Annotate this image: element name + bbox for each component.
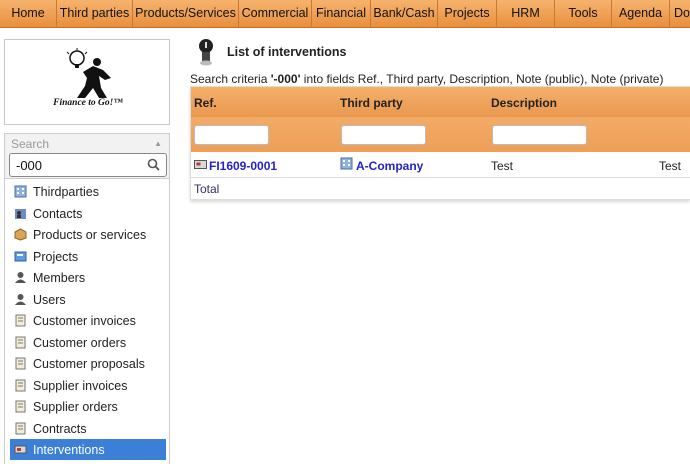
search-input[interactable] <box>9 153 167 177</box>
contact-icon <box>15 209 26 219</box>
menu-tools[interactable]: Tools <box>555 0 612 28</box>
menu-projects[interactable]: Projects <box>438 0 497 28</box>
search-icon[interactable] <box>147 158 160 171</box>
criteria-value: '-000' <box>270 72 301 86</box>
menu-products-services[interactable]: Products/Services <box>133 0 239 28</box>
leftmenu-label: Interventions <box>33 442 105 457</box>
left-menu: Thirdparties Contacts Products or servic… <box>4 179 170 464</box>
leftmenu-customer-invoices[interactable]: Customer invoices <box>10 310 166 331</box>
contract-icon <box>15 422 26 435</box>
header-ref[interactable]: Ref. <box>194 96 217 110</box>
leftmenu-label: Contracts <box>33 421 87 436</box>
order-icon <box>15 336 26 349</box>
menu-agenda[interactable]: Agenda <box>612 0 670 28</box>
leftmenu-customer-proposals[interactable]: Customer proposals <box>10 353 166 374</box>
search-label: Search <box>11 137 50 151</box>
menu-commercial[interactable]: Commercial <box>239 0 312 28</box>
leftmenu-contracts[interactable]: Contracts <box>10 418 166 439</box>
top-menu-bar: Home Third parties Products/Services Com… <box>0 0 690 28</box>
company-logo[interactable]: Finance to Go!™ <box>4 39 170 125</box>
leftmenu-label: Members <box>33 270 86 285</box>
leftmenu-label: Supplier orders <box>33 399 118 414</box>
search-panel-header: Search ▲ <box>4 133 170 153</box>
leftmenu-members[interactable]: Members <box>10 267 166 288</box>
menu-home[interactable]: Home <box>0 0 57 28</box>
table-filter-row <box>191 117 690 152</box>
proposal-icon <box>15 357 26 370</box>
filter-ref-input[interactable] <box>194 125 269 145</box>
intervention-title-icon <box>199 39 213 66</box>
row-note: Test <box>659 159 682 173</box>
leftmenu-label: Customer proposals <box>33 356 145 371</box>
leftmenu-label: Contacts <box>33 206 83 221</box>
leftmenu-customer-orders[interactable]: Customer orders <box>10 332 166 353</box>
menu-hrm[interactable]: HRM <box>497 0 555 28</box>
bill-icon <box>15 379 26 392</box>
leftmenu-label: Customer invoices <box>33 313 136 328</box>
menu-financial[interactable]: Financial <box>312 0 371 28</box>
order-icon <box>15 400 26 413</box>
logo-tagline: Finance to Go!™ <box>53 98 123 108</box>
user-icon <box>15 272 26 283</box>
table-header: Ref. Third party Description <box>191 87 690 117</box>
leftmenu-label: Users <box>33 292 66 307</box>
logo-figure-icon <box>66 48 111 98</box>
leftmenu-interventions[interactable]: Interventions <box>10 439 166 460</box>
box-icon <box>14 228 27 241</box>
company-icon <box>340 157 353 170</box>
leftmenu-users[interactable]: Users <box>10 289 166 310</box>
page-title: List of interventions <box>227 45 347 59</box>
search-criteria-text: Search criteria '-000' into fields Ref.,… <box>190 72 663 86</box>
table-row: FI1609-0001 A-Company Test Test <box>191 152 690 178</box>
criteria-suffix: into fields Ref., Third party, Descripti… <box>300 72 664 86</box>
criteria-prefix: Search criteria <box>190 72 271 86</box>
leftmenu-supplier-invoices[interactable]: Supplier invoices <box>10 375 166 396</box>
project-icon <box>14 251 27 262</box>
header-thirdparty[interactable]: Third party <box>340 96 403 110</box>
bill-icon <box>15 314 26 327</box>
filter-thirdparty-input[interactable] <box>341 125 426 145</box>
search-panel <box>4 153 170 179</box>
interventions-table: Ref. Third party Description FI1609-0001… <box>190 86 690 200</box>
leftmenu-label: Thirdparties <box>33 184 99 199</box>
menu-third-parties[interactable]: Third parties <box>57 0 133 28</box>
row-description: Test <box>491 159 514 173</box>
menu-documents[interactable]: Do <box>670 0 690 28</box>
user-icon <box>15 294 26 305</box>
leftmenu-label: Supplier invoices <box>33 378 128 393</box>
leftmenu-supplier-orders[interactable]: Supplier orders <box>10 396 166 417</box>
leftmenu-label: Projects <box>33 249 79 264</box>
leftmenu-contacts[interactable]: Contacts <box>10 203 166 224</box>
leftmenu-label: Customer orders <box>33 335 127 350</box>
header-description[interactable]: Description <box>491 96 557 110</box>
row-ref-link[interactable]: FI1609-0001 <box>209 159 277 173</box>
leftmenu-projects[interactable]: Projects <box>10 246 166 267</box>
intervention-icon <box>194 160 207 169</box>
intervention-icon <box>14 445 27 454</box>
table-total-label: Total <box>194 182 220 196</box>
collapse-arrow-icon[interactable]: ▲ <box>154 139 162 148</box>
leftmenu-products[interactable]: Products or services <box>10 224 166 245</box>
company-icon <box>14 185 27 198</box>
filter-description-input[interactable] <box>492 125 587 145</box>
menu-bank-cash[interactable]: Bank/Cash <box>371 0 438 28</box>
leftmenu-thirdparties[interactable]: Thirdparties <box>10 181 166 202</box>
row-thirdparty-link[interactable]: A-Company <box>356 159 423 173</box>
leftmenu-label: Products or services <box>33 227 147 242</box>
